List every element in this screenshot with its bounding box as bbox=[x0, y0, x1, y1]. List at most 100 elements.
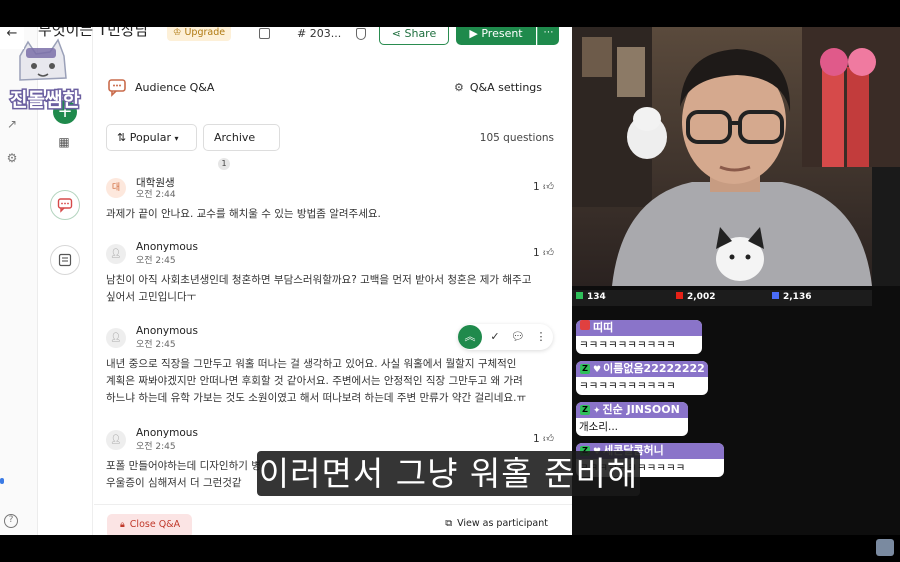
question-text: 내년 중으로 직장을 그만두고 워홀 떠나는 걸 생각하고 있어요. 사실 워홀… bbox=[106, 358, 527, 404]
chat-username: Z ♥ 이름없음22222222 bbox=[576, 361, 708, 377]
chzzk-badge-icon: Z bbox=[580, 405, 590, 415]
back-arrow-icon[interactable]: ← bbox=[0, 27, 24, 49]
reply-button[interactable]: 💬︎ bbox=[507, 324, 529, 350]
question-time: 오전 2:45 bbox=[136, 340, 176, 350]
like-button[interactable]: 1 👍︎ bbox=[533, 432, 554, 445]
gear-icon[interactable]: ⚙ bbox=[5, 151, 19, 165]
sort-label: Popular bbox=[129, 131, 171, 144]
badge-icon bbox=[580, 320, 590, 330]
heart-icon: ♥ bbox=[593, 365, 602, 375]
letterbox-top bbox=[0, 0, 900, 27]
like-count: 1 bbox=[532, 247, 540, 259]
like-count: 1 bbox=[532, 433, 540, 445]
sort-dropdown[interactable]: ⇅ Popular ▾ bbox=[106, 124, 197, 151]
avatar: 대 bbox=[106, 178, 126, 198]
chat-text: ㅋㅋㅋㅋㅋㅋㅋㅋㅋㅋ bbox=[579, 380, 676, 392]
share-button[interactable]: ⋖ Share bbox=[379, 27, 449, 45]
question-text: 남친이 아직 사회초년생인데 청혼하면 부담스러워할까요? 고백을 먼저 받아서… bbox=[106, 274, 532, 303]
highlight-question-button[interactable]: ︽ bbox=[458, 325, 482, 349]
anonymous-avatar-icon: 👤︎ bbox=[106, 244, 126, 264]
stream-overlay: 134 2,002 2,136 띠띠 ㅋㅋㅋㅋㅋㅋㅋㅋㅋㅋ Z ♥ 이름없음2222… bbox=[572, 286, 900, 535]
qa-header-icon bbox=[108, 79, 128, 97]
question-action-bar: ︽ ✓ 💬︎ ⋮ bbox=[458, 324, 553, 350]
apps-grid-icon[interactable]: ▦ bbox=[56, 134, 72, 150]
like-button[interactable]: 1 👍︎ bbox=[533, 246, 554, 259]
chat-message: Z ✦ 진순 JINSOON 개소리... bbox=[576, 402, 688, 436]
question-text: 과제가 끝이 안나요. 교수를 해치울 수 있는 방법좀 알려주세요. bbox=[106, 208, 381, 220]
anonymous-avatar-icon: 👤︎ bbox=[106, 430, 126, 450]
platform-icon bbox=[772, 292, 779, 299]
question-time: 오전 2:45 bbox=[136, 442, 176, 452]
author-name: Anonymous bbox=[136, 241, 198, 253]
chat-message: 띠띠 ㅋㅋㅋㅋㅋㅋㅋㅋㅋㅋ bbox=[576, 320, 702, 354]
channel-watermark-icon bbox=[876, 539, 894, 556]
letterbox-bottom bbox=[0, 535, 900, 562]
video-subtitle: 이러면서 그냥 워홀 준비해 bbox=[257, 451, 640, 496]
gear-icon: ⚙ bbox=[454, 81, 464, 94]
question-text: 포폴 만들어야하는데 디자인하기 병/우울증이 심해져서 더 그런것같 bbox=[106, 460, 265, 489]
mark-answered-button[interactable]: ✓ bbox=[484, 324, 506, 350]
viewer-stats: 134 2,002 2,136 bbox=[572, 290, 872, 306]
participant-label: View as participant bbox=[457, 518, 548, 529]
close-qa-button[interactable]: 🔒︎ Close Q&A bbox=[107, 514, 192, 535]
thumbs-up-icon: 👍︎ bbox=[543, 181, 554, 193]
qa-settings-label: Q&A settings bbox=[469, 81, 542, 94]
present-button[interactable]: ▶ Present bbox=[456, 27, 536, 45]
chat-text: 개소리... bbox=[579, 421, 618, 433]
youtube-icon bbox=[676, 292, 683, 299]
quiz-tool-button[interactable] bbox=[50, 245, 80, 275]
chzzk-badge-icon: Z bbox=[580, 364, 590, 374]
notification-dot bbox=[0, 478, 4, 484]
calendar-icon[interactable] bbox=[259, 28, 270, 39]
qa-settings-button[interactable]: ⚙ Q&A settings bbox=[454, 81, 542, 94]
chevron-down-icon: ▾ bbox=[174, 134, 179, 143]
chat-text: ㅋㅋㅋㅋㅋㅋㅋㅋㅋㅋ bbox=[579, 339, 676, 351]
session-number: # 203... bbox=[297, 27, 342, 40]
question-count: 105 questions bbox=[479, 132, 554, 144]
chat-bubble-icon bbox=[57, 198, 73, 213]
youtube-viewers: 2,002 bbox=[676, 292, 715, 302]
sort-icon: ⇅ bbox=[117, 131, 127, 144]
qa-footer: 🔒︎ Close Q&A ⧉ View as participant bbox=[94, 504, 572, 535]
checklist-icon bbox=[58, 253, 72, 267]
emblem-icon: ✦ bbox=[593, 406, 601, 416]
present-icon: ▶ bbox=[469, 27, 478, 40]
archive-button[interactable]: Archive 1 bbox=[203, 124, 280, 170]
share-icon: ⋖ bbox=[391, 27, 401, 40]
more-options-button[interactable]: ⋮ bbox=[530, 324, 552, 350]
present-options-button[interactable]: ⋯ bbox=[537, 27, 559, 45]
question-time: 오전 2:44 bbox=[136, 190, 176, 200]
view-as-participant-button[interactable]: ⧉ View as participant bbox=[445, 518, 548, 529]
presentation-title: 무엇이든 T민상담 bbox=[38, 27, 149, 39]
like-count: 1 bbox=[532, 181, 540, 193]
analytics-icon[interactable]: ↗ bbox=[5, 117, 19, 131]
chzzk-viewers: 134 bbox=[576, 292, 606, 302]
chat-username: 띠띠 bbox=[576, 320, 702, 336]
close-qa-label: Close Q&A bbox=[129, 519, 181, 530]
upgrade-button[interactable]: ♔ Upgrade bbox=[167, 27, 231, 41]
svg-text:진돌쌤한: 진돌쌤한 bbox=[10, 89, 80, 111]
question-time: 오전 2:45 bbox=[136, 256, 176, 266]
thumbs-up-icon: 👍︎ bbox=[543, 433, 554, 445]
like-button[interactable]: 1 👍︎ bbox=[533, 180, 554, 193]
archive-count-badge: 1 bbox=[218, 158, 230, 170]
participant-icon: ⧉ bbox=[445, 518, 453, 529]
help-icon[interactable]: ? bbox=[4, 514, 18, 528]
chzzk-icon bbox=[576, 292, 583, 299]
other-viewers: 2,136 bbox=[772, 292, 811, 302]
shield-icon[interactable] bbox=[356, 28, 366, 40]
qa-header-title: Audience Q&A bbox=[135, 81, 215, 94]
present-label: Present bbox=[481, 27, 523, 40]
webcam-feed bbox=[572, 27, 900, 286]
qa-tool-button[interactable] bbox=[50, 190, 80, 220]
anonymous-avatar-icon: 👤︎ bbox=[106, 328, 126, 348]
author-name: Anonymous bbox=[136, 427, 198, 439]
chat-message: Z ♥ 이름없음22222222 ㅋㅋㅋㅋㅋㅋㅋㅋㅋㅋ bbox=[576, 361, 708, 395]
share-label: Share bbox=[404, 27, 437, 40]
author-name: Anonymous bbox=[136, 325, 198, 337]
thumbs-up-icon: 👍︎ bbox=[543, 247, 554, 259]
upgrade-label: Upgrade bbox=[184, 27, 226, 38]
chat-username: Z ✦ 진순 JINSOON bbox=[576, 402, 688, 418]
lock-icon: 🔒︎ bbox=[120, 520, 125, 530]
crown-icon: ♔ bbox=[172, 27, 182, 38]
